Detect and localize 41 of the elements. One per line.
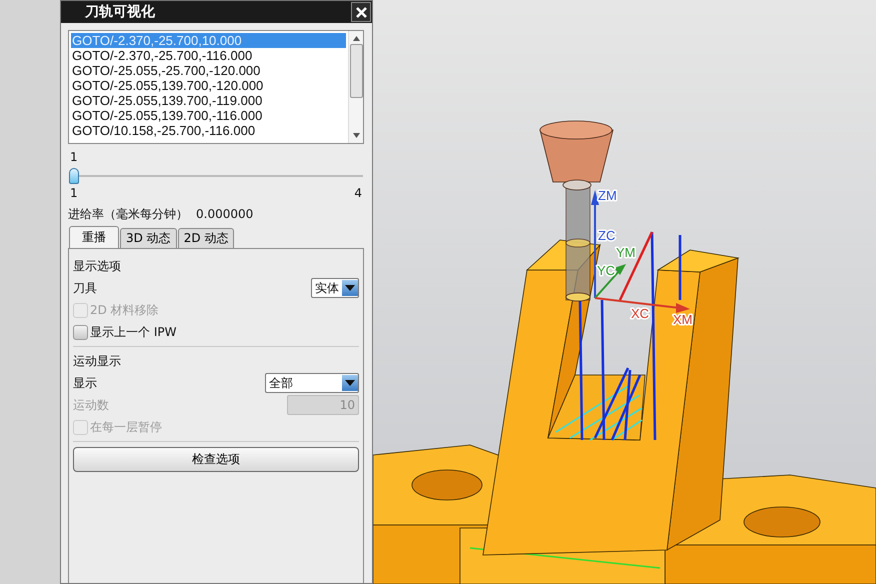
toolpath-list-item[interactable]: GOTO/-25.055,139.700,-120.000 bbox=[71, 78, 346, 93]
tab[interactable]: 重播 bbox=[69, 226, 119, 248]
field-label: 刀具 bbox=[73, 280, 97, 296]
toolpath-list-item[interactable]: GOTO/10.158,-25.700,-116.000 bbox=[71, 123, 346, 138]
checkbox-label: 在每一层暂停 bbox=[90, 418, 162, 436]
scroll-up-arrow-icon[interactable] bbox=[352, 36, 360, 41]
axis-label: YC bbox=[597, 263, 616, 278]
axis-label: XC bbox=[631, 306, 650, 321]
checkbox[interactable] bbox=[73, 324, 88, 340]
axis-label: ZC bbox=[598, 228, 616, 243]
check-options-button[interactable]: 检查选项 bbox=[73, 447, 359, 472]
toolpath-list-item[interactable]: GOTO/-25.055,139.700,-116.000 bbox=[71, 108, 346, 123]
feed-rate-value: 0.000000 bbox=[196, 207, 254, 221]
tab[interactable]: 3D 动态 bbox=[120, 228, 177, 248]
checkbox-label: 显示上一个 IPW bbox=[90, 324, 176, 340]
dropdown-arrow-icon bbox=[345, 285, 355, 291]
close-button[interactable] bbox=[351, 2, 371, 22]
axis-label: ZM bbox=[598, 188, 617, 203]
feed-rate-label: 进给率（毫米每分钟） bbox=[68, 206, 188, 222]
toolpath-list-item[interactable]: GOTO/-2.370,-25.700,-116.000 bbox=[71, 48, 346, 63]
slider-min-label: 1 bbox=[70, 186, 78, 200]
dropdown-arrow-icon bbox=[345, 380, 355, 386]
dropdown[interactable]: 实体 bbox=[311, 278, 359, 298]
dialog-title: 刀轨可视化 bbox=[85, 3, 155, 21]
axis-label: YM bbox=[616, 245, 636, 260]
scroll-down-arrow-icon[interactable] bbox=[352, 133, 360, 138]
section-heading: 显示选项 bbox=[73, 258, 122, 274]
toolpath-list-item[interactable]: GOTO/-25.055,139.700,-119.000 bbox=[71, 93, 346, 108]
slider-value: 1 bbox=[70, 150, 78, 164]
checkbox-label: 2D 材料移除 bbox=[90, 302, 159, 318]
field-label: 显示 bbox=[73, 374, 97, 392]
close-icon bbox=[356, 6, 366, 18]
tab[interactable]: 2D 动态 bbox=[178, 228, 234, 248]
slider-max-label: 4 bbox=[354, 186, 362, 200]
field-label: 运动数 bbox=[73, 396, 109, 414]
section-heading: 运动显示 bbox=[73, 352, 122, 370]
scrollbar[interactable] bbox=[348, 31, 363, 143]
slider-thumb[interactable] bbox=[69, 168, 79, 184]
toolpath-list-item[interactable]: GOTO/-25.055,-25.700,-120.000 bbox=[71, 63, 346, 78]
dropdown[interactable]: 全部 bbox=[265, 373, 359, 393]
axis-label: XM bbox=[673, 312, 692, 327]
